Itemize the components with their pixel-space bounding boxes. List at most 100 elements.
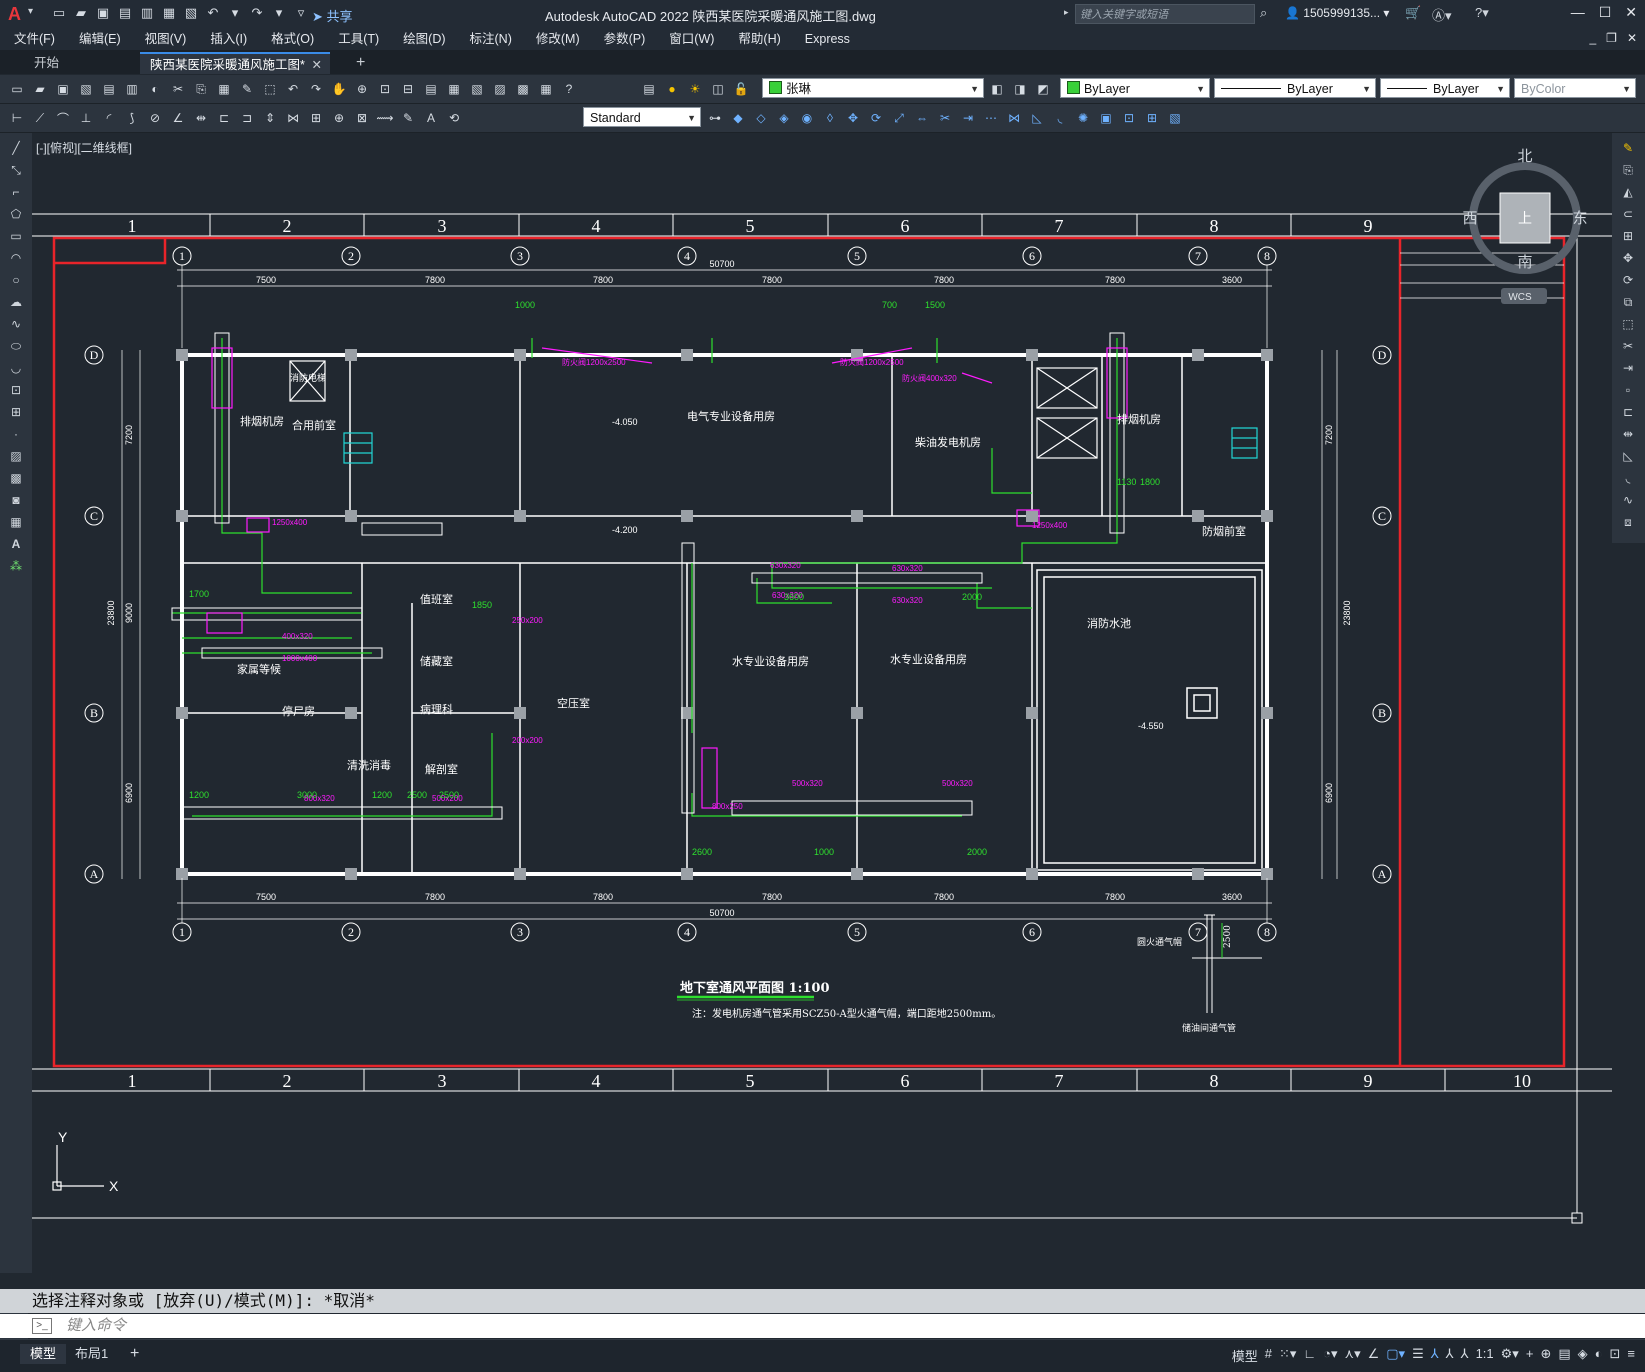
copy-icon[interactable]: ⎘ (192, 80, 210, 98)
menu-dimension[interactable]: 标注(N) (456, 28, 522, 50)
search-expand-icon[interactable]: ▸ (1064, 7, 1069, 18)
dim-break-icon[interactable]: ⋈ (284, 109, 302, 127)
lineweight-icon[interactable]: ☰ (1412, 1346, 1424, 1365)
trim-right-icon[interactable]: ✂ (1620, 339, 1636, 355)
tolerance-icon[interactable]: ⊞ (307, 109, 325, 127)
new-tab-button[interactable]: + (346, 52, 375, 74)
viewcube[interactable]: 上 北 南 东 西 WCS (1462, 147, 1588, 304)
grid-icon[interactable]: # (1265, 1346, 1272, 1365)
array-icon[interactable]: ◊ (821, 109, 839, 127)
stretch-icon[interactable]: ⇔ (913, 109, 931, 127)
open-icon[interactable]: ▰ (31, 80, 49, 98)
blend-icon[interactable]: ∿ (1620, 493, 1636, 509)
doc-close-icon[interactable]: ✕ (1627, 31, 1637, 45)
menu-express[interactable]: Express (791, 28, 860, 50)
autodesk-a360-icon[interactable]: Ⓐ▾ (1432, 5, 1452, 24)
tool-palettes-icon[interactable]: ▧ (468, 80, 486, 98)
chamfer-right-icon[interactable]: ◺ (1620, 449, 1636, 465)
offset-icon[interactable]: ◉ (798, 109, 816, 127)
object-snap-tracking-icon[interactable]: ∠ (1368, 1346, 1380, 1365)
dim-style-icon[interactable]: ⊶ (706, 109, 724, 127)
lineweight-dropdown[interactable]: ByLayer ▼ (1380, 78, 1510, 98)
dim-radius-icon[interactable]: ◜ (100, 109, 118, 127)
help-icon[interactable]: ?▾ (1475, 5, 1489, 21)
center-mark-icon[interactable]: ⊕ (330, 109, 348, 127)
menu-draw[interactable]: 绘图(D) (389, 28, 455, 50)
break-point-icon[interactable]: ▫ (1620, 383, 1636, 399)
hatch-icon[interactable]: ▨ (8, 449, 24, 465)
compass-south[interactable]: 南 (1517, 253, 1532, 271)
add-selected-icon[interactable]: ⁂ (8, 559, 24, 575)
dim-space-icon[interactable]: ⇕ (261, 109, 279, 127)
save-as-icon[interactable]: ▤ (116, 4, 134, 22)
preview-icon[interactable]: ▤ (100, 80, 118, 98)
save-tool-icon[interactable]: ▣ (54, 80, 72, 98)
clean-screen-icon[interactable]: ⊡ (1610, 1346, 1621, 1365)
ellipse-icon[interactable]: ⬭ (8, 339, 24, 355)
copy-object-icon[interactable]: ◇ (752, 109, 770, 127)
make-current-icon[interactable]: ◧ (988, 80, 1006, 98)
open-file-icon[interactable]: ▰ (72, 4, 90, 22)
dim-linear-icon[interactable]: ⊢ (8, 109, 26, 127)
move-right-icon[interactable]: ✥ (1620, 251, 1636, 267)
tab-close-icon[interactable]: ✕ (312, 54, 322, 76)
plot-icon[interactable]: ▧ (182, 4, 200, 22)
menu-parametric[interactable]: 参数(P) (590, 28, 656, 50)
drawing-canvas[interactable]: 1 2 3 4 5 6 7 8 9 1 2 3 4 5 6 7 8 9 10 1… (32, 133, 1612, 1273)
polar-icon[interactable]: ◔▾ (1323, 1346, 1337, 1365)
redo-icon[interactable]: ↷ (248, 4, 266, 22)
layer-properties-icon[interactable]: ▤ (640, 80, 658, 98)
menu-modify[interactable]: 修改(M) (522, 28, 590, 50)
dim-arc-icon[interactable]: ⌒ (54, 109, 72, 127)
jogged-linear-icon[interactable]: ⟿ (376, 109, 394, 127)
auto-scale-icon[interactable]: ⅄ (1446, 1346, 1454, 1365)
menu-edit[interactable]: 编辑(E) (65, 28, 131, 50)
close-icon[interactable]: ✕ (1625, 4, 1637, 21)
extend-icon[interactable]: ⇥ (959, 109, 977, 127)
mtext-icon[interactable]: A (8, 537, 24, 553)
move-icon[interactable]: ✥ (844, 109, 862, 127)
dim-text-edit-icon[interactable]: A (422, 109, 440, 127)
insert-block-icon[interactable]: ⊡ (8, 383, 24, 399)
isolate-objects-icon[interactable]: ◐ (1595, 1346, 1603, 1365)
insert-icon[interactable]: ⊡ (1120, 109, 1138, 127)
line-icon[interactable]: ╱ (8, 141, 24, 157)
dim-angular-icon[interactable]: ∠ (169, 109, 187, 127)
plot-preview-icon[interactable]: ▦ (160, 4, 178, 22)
undo-tool-icon[interactable]: ↶ (284, 80, 302, 98)
customize-qat-icon[interactable]: ▿ (292, 4, 310, 22)
zoom-window-icon[interactable]: ⊡ (376, 80, 394, 98)
block-icon[interactable]: ▣ (1097, 109, 1115, 127)
explode-right-icon[interactable]: ⧈ (1620, 515, 1636, 531)
add-layout-button[interactable]: + (120, 1344, 149, 1364)
mirror-icon[interactable]: ◈ (775, 109, 793, 127)
copy-right-icon[interactable]: ⎘ (1620, 163, 1636, 179)
spline-icon[interactable]: ∿ (8, 317, 24, 333)
join-icon[interactable]: ⋈ (1005, 109, 1023, 127)
hardware-accel-icon[interactable]: ◈ (1578, 1346, 1588, 1365)
sheet-set-icon[interactable]: ▨ (491, 80, 509, 98)
compass-north[interactable]: 北 (1517, 147, 1532, 165)
layer-on-icon[interactable]: ● (663, 80, 681, 98)
pan-icon[interactable]: ✋ (330, 80, 348, 98)
doc-minimize-icon[interactable]: _ (1589, 31, 1596, 45)
block-editor-icon[interactable]: ⬚ (261, 80, 279, 98)
redo-dropdown-icon[interactable]: ▾ (270, 4, 288, 22)
offset-right-icon[interactable]: ⊂ (1620, 207, 1636, 223)
user-account[interactable]: 👤 1505999135... ▾ (1285, 6, 1389, 20)
attach-icon[interactable]: ⊞ (1143, 109, 1161, 127)
search-icon[interactable]: ⌕ (1260, 5, 1267, 21)
rectangle-icon[interactable]: ▭ (8, 229, 24, 245)
stretch-right-icon[interactable]: ⬚ (1620, 317, 1636, 333)
menu-tools[interactable]: 工具(T) (324, 28, 389, 50)
quick-properties-icon[interactable]: ▤ (1558, 1346, 1570, 1365)
quick-dim-icon[interactable]: ⇹ (192, 109, 210, 127)
layer-vp-icon[interactable]: ◫ (709, 80, 727, 98)
menu-help[interactable]: 帮助(H) (724, 28, 790, 50)
tab-layout1[interactable]: 布局1 (65, 1344, 118, 1364)
dim-baseline-icon[interactable]: ⊏ (215, 109, 233, 127)
publish-icon[interactable]: ▥ (138, 4, 156, 22)
polygon-icon[interactable]: ⬠ (8, 207, 24, 223)
workspace-gear-icon[interactable]: ⚙▾ (1501, 1346, 1519, 1365)
undo-dropdown-icon[interactable]: ▾ (226, 4, 244, 22)
